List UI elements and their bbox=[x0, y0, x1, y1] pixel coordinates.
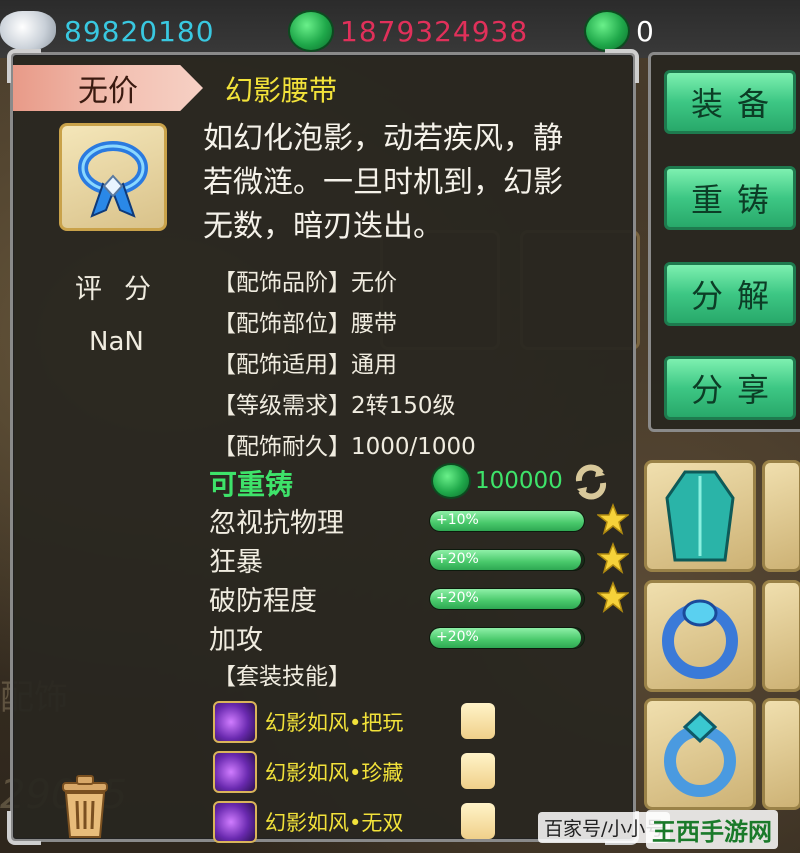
stat-percent: +10% bbox=[436, 511, 479, 528]
item-name: 幻影腰带 bbox=[225, 74, 338, 107]
silver-amount: 89820180 bbox=[64, 14, 215, 48]
item-icon-frame bbox=[59, 123, 167, 231]
stat-percent: +20% bbox=[436, 550, 479, 567]
belt-icon bbox=[78, 141, 148, 218]
currency-bar: 89820180 1879324938 0 bbox=[0, 0, 800, 58]
recast-label: 可重铸 bbox=[209, 468, 294, 501]
gear-slot-ring[interactable] bbox=[644, 580, 756, 692]
stat-bar: +20% bbox=[429, 587, 585, 610]
gear-slot-partial[interactable] bbox=[762, 698, 800, 810]
stat-bar: +20% bbox=[429, 626, 585, 649]
jade-currency: 1879324938 bbox=[288, 10, 529, 52]
stat-row: 加攻 +20% bbox=[209, 618, 629, 657]
star-icon bbox=[597, 581, 629, 613]
skill-icon bbox=[213, 801, 257, 843]
attr-slot: 【配饰部位】腰带 bbox=[213, 310, 397, 337]
third-amount: 0 bbox=[636, 14, 655, 48]
score-label: 评分 bbox=[75, 274, 173, 305]
recast-cost-amount: 100000 bbox=[475, 468, 563, 494]
gear-slot-partial[interactable] bbox=[762, 460, 800, 572]
stat-percent: +20% bbox=[436, 628, 479, 645]
attr-durability: 【配饰耐久】1000/1000 bbox=[213, 433, 476, 460]
stat-name: 加攻 bbox=[209, 625, 263, 656]
scroll-badge-icon bbox=[461, 703, 495, 739]
silver-currency: 89820180 bbox=[0, 11, 215, 51]
attribute-list: 【配饰品阶】无价 【配饰部位】腰带 【配饰适用】通用 【等级需求】2转150级 … bbox=[213, 259, 476, 464]
trash-icon[interactable] bbox=[57, 773, 113, 841]
jade-amount: 1879324938 bbox=[340, 14, 529, 48]
star-icon bbox=[597, 542, 629, 574]
jade-icon bbox=[431, 463, 471, 499]
desc-line: 无数，暗刃迭出。 bbox=[203, 209, 443, 244]
stat-bar: +20% bbox=[429, 548, 585, 571]
stat-name: 忽视抗物理 bbox=[209, 508, 344, 539]
silver-ingot-icon bbox=[0, 11, 56, 51]
set-skill-row[interactable]: 幻影如风•无双 bbox=[213, 797, 513, 847]
set-skill-name: 幻影如风•无双 bbox=[265, 811, 404, 835]
gear-slot-robe[interactable] bbox=[644, 460, 756, 572]
stat-row: 忽视抗物理 +10% bbox=[209, 501, 629, 540]
stat-bar: +10% bbox=[429, 509, 585, 532]
set-skill-row[interactable]: 幻影如风•把玩 bbox=[213, 697, 513, 747]
set-skill-name: 幻影如风•珍藏 bbox=[265, 761, 404, 785]
share-button[interactable]: 分享 bbox=[664, 356, 796, 420]
stat-percent: +20% bbox=[436, 589, 479, 606]
star-icon bbox=[597, 503, 629, 535]
scroll-badge-icon bbox=[461, 803, 495, 839]
attr-level: 【等级需求】2转150级 bbox=[213, 392, 456, 419]
reforge-button[interactable]: 重铸 bbox=[664, 166, 796, 230]
refresh-icon[interactable] bbox=[571, 463, 611, 501]
set-skill-name: 幻影如风•把玩 bbox=[265, 711, 404, 735]
recast-cost: 100000 bbox=[431, 463, 563, 499]
equip-button[interactable]: 装备 bbox=[664, 70, 796, 134]
jade-icon bbox=[288, 10, 334, 52]
set-skill-list: 幻影如风•把玩 幻影如风•珍藏 幻影如风•无双 bbox=[213, 697, 513, 847]
set-skill-row[interactable]: 幻影如风•珍藏 bbox=[213, 747, 513, 797]
skill-icon bbox=[213, 701, 257, 743]
stat-name: 狂暴 bbox=[209, 547, 263, 578]
stat-row: 破防程度 +20% bbox=[209, 579, 629, 618]
stat-row: 狂暴 +20% bbox=[209, 540, 629, 579]
desc-line: 如幻化泡影，动若疾风，静 bbox=[203, 121, 563, 156]
robe-icon bbox=[665, 470, 735, 562]
watermark-right: 王西手游网 bbox=[646, 810, 778, 849]
stat-list: 忽视抗物理 +10% 狂暴 +20% 破防程度 +20% 加攻 +20% bbox=[209, 501, 629, 657]
gear-slot-partial[interactable] bbox=[762, 580, 800, 692]
third-currency: 0 bbox=[584, 10, 655, 52]
jade-icon bbox=[584, 10, 630, 52]
stat-name: 破防程度 bbox=[209, 586, 317, 617]
recast-row: 可重铸 100000 bbox=[209, 463, 629, 503]
set-skills-title: 【套装技能】 bbox=[213, 664, 351, 690]
ring-icon bbox=[662, 599, 738, 679]
scroll-badge-icon bbox=[461, 753, 495, 789]
gear-slot-ring2[interactable] bbox=[644, 698, 756, 810]
score-value: NaN bbox=[89, 327, 144, 357]
grade-banner: 无价 bbox=[13, 65, 203, 111]
item-description: 如幻化泡影，动若疾风，静 若微涟。一旦时机到，幻影 无数，暗刃迭出。 bbox=[203, 117, 613, 249]
attr-usage: 【配饰适用】通用 bbox=[213, 351, 397, 378]
decompose-button[interactable]: 分解 bbox=[664, 262, 796, 326]
ring-icon bbox=[664, 710, 736, 797]
attr-grade: 【配饰品阶】无价 bbox=[213, 269, 397, 296]
desc-line: 若微涟。一旦时机到，幻影 bbox=[203, 165, 563, 200]
item-tooltip: 无价 幻影腰带 如幻化泡影，动若疾风，静 若微涟。一旦时机到，幻影 无数，暗刃迭… bbox=[7, 49, 639, 845]
skill-icon bbox=[213, 751, 257, 793]
